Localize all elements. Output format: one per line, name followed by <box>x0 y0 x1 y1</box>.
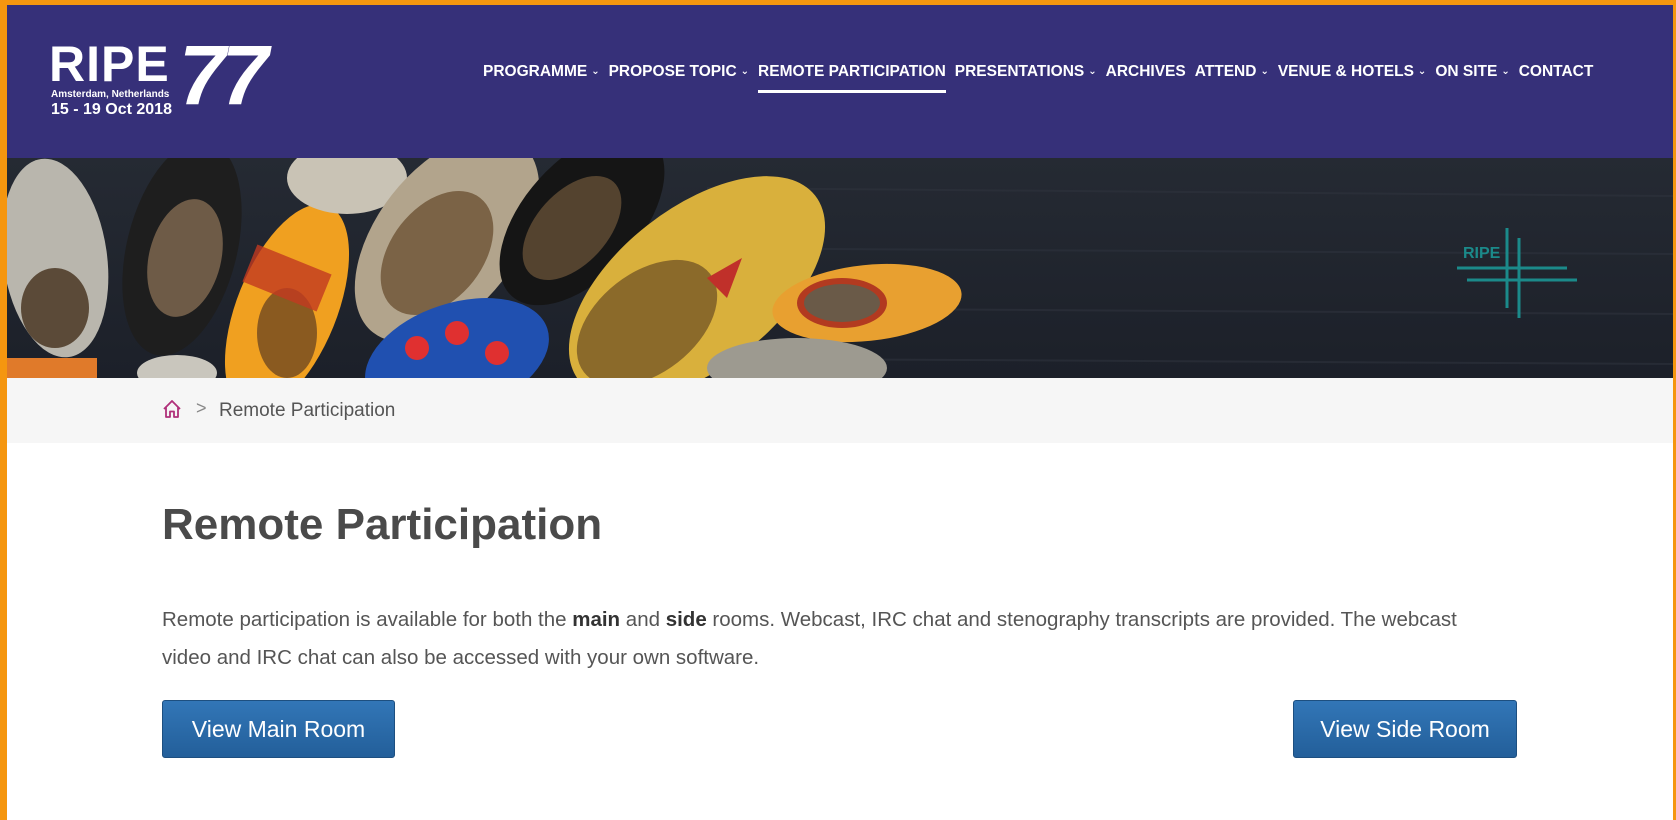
hero-banner: RIPE <box>7 158 1673 378</box>
chevron-down-icon: ⌄ <box>1088 66 1097 77</box>
site-header: RIPE Amsterdam, Netherlands 15 - 19 Oct … <box>7 5 1673 158</box>
nav-label: VENUE & HOTELS <box>1277 63 1414 80</box>
chevron-down-icon: ⌄ <box>1260 66 1269 77</box>
intro-text: and <box>620 608 666 631</box>
breadcrumb: > Remote Participation <box>7 378 1673 443</box>
logo-ripe-text: RIPE <box>49 36 170 92</box>
home-icon[interactable] <box>161 398 183 420</box>
nav-item-contact[interactable]: CONTACT <box>1519 63 1594 93</box>
nav-label: ATTEND <box>1194 63 1257 80</box>
nav-label: PROPOSE TOPIC <box>608 63 737 80</box>
chevron-down-icon: ⌄ <box>591 66 600 77</box>
nav-label: REMOTE PARTICIPATION <box>758 63 946 80</box>
logo-location: Amsterdam, Netherlands <box>51 89 170 100</box>
ripe-watermark: RIPE <box>1463 245 1501 262</box>
chevron-down-icon: ⌄ <box>1417 66 1427 77</box>
nav-item-remote-participation[interactable]: REMOTE PARTICIPATION <box>758 63 946 93</box>
nav-item-on-site[interactable]: ON SITE ⌄ <box>1435 63 1509 93</box>
nav-item-venue-hotels[interactable]: VENUE & HOTELS ⌄ <box>1278 63 1426 93</box>
intro-bold-side: side <box>665 608 707 631</box>
wooden-clogs-image: RIPE <box>7 158 1673 378</box>
nav-item-programme[interactable]: PROGRAMME ⌄ <box>483 63 600 93</box>
browser-frame: RIPE Amsterdam, Netherlands 15 - 19 Oct … <box>7 5 1673 820</box>
intro-paragraph: Remote participation is available for bo… <box>162 601 1462 677</box>
page-title: Remote Participation <box>162 500 603 549</box>
view-side-room-button[interactable]: View Side Room <box>1293 700 1517 758</box>
nav-label: ON SITE <box>1435 63 1498 80</box>
nav-item-attend[interactable]: ATTEND ⌄ <box>1195 63 1269 93</box>
intro-bold-main: main <box>572 608 621 631</box>
main-navigation: PROGRAMME ⌄ PROPOSE TOPIC ⌄ REMOTE PARTICI… <box>483 63 1602 93</box>
intro-text: Remote participation is available for bo… <box>162 608 573 631</box>
nav-item-presentations[interactable]: PRESENTATIONS ⌄ <box>955 63 1097 93</box>
nav-label: ARCHIVES <box>1105 63 1186 80</box>
nav-label: PRESENTATIONS <box>954 63 1085 80</box>
chevron-down-icon: ⌄ <box>740 66 750 77</box>
breadcrumb-current: Remote Participation <box>219 400 396 421</box>
nav-item-propose-topic[interactable]: PROPOSE TOPIC ⌄ <box>609 63 749 93</box>
nav-item-archives[interactable]: ARCHIVES <box>1106 63 1186 93</box>
ripe77-logo[interactable]: RIPE Amsterdam, Netherlands 15 - 19 Oct … <box>49 33 289 119</box>
chevron-down-icon: ⌄ <box>1501 66 1510 77</box>
nav-label: PROGRAMME <box>483 63 588 80</box>
view-main-room-button[interactable]: View Main Room <box>162 700 395 758</box>
breadcrumb-separator: > <box>196 398 207 418</box>
logo-dates: 15 - 19 Oct 2018 <box>51 101 172 118</box>
nav-label: CONTACT <box>1518 63 1594 80</box>
logo-number: 77 <box>179 28 268 122</box>
